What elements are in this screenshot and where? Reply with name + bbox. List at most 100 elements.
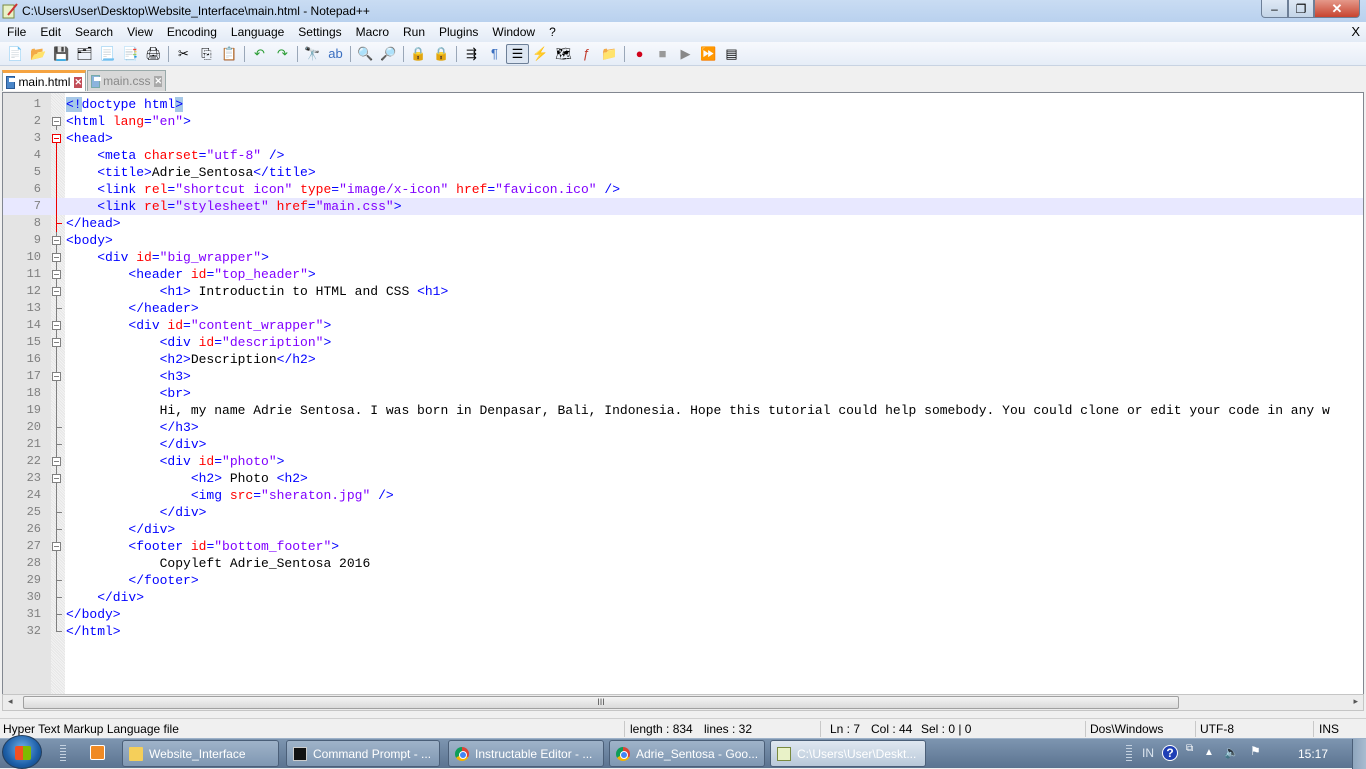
scroll-left-arrow-icon[interactable]: ◂	[8, 696, 13, 707]
code-line[interactable]: 10 <div id="big_wrapper">	[3, 249, 1363, 266]
menu-run[interactable]: Run	[396, 25, 432, 39]
menu-window[interactable]: Window	[485, 25, 542, 39]
play-macro-button[interactable]: ▶	[674, 44, 697, 64]
menu-settings[interactable]: Settings	[291, 25, 348, 39]
tab-main-html[interactable]: main.html ✕	[2, 70, 86, 91]
run-macro-multiple-button[interactable]: ⏩	[697, 44, 720, 64]
redo-button[interactable]: ↷	[271, 44, 294, 64]
fold-toggle-icon[interactable]	[52, 372, 61, 381]
tab-main-css[interactable]: main.css ✕	[87, 70, 166, 91]
taskbar-item-website-interface[interactable]: Website_Interface	[122, 740, 279, 767]
fold-toggle-icon[interactable]	[52, 270, 61, 279]
code-line[interactable]: 15 <div id="description">	[3, 334, 1363, 351]
fold-toggle-icon[interactable]	[52, 474, 61, 483]
function-list-button[interactable]: ƒ	[575, 44, 598, 64]
taskbar-item-command-prompt[interactable]: Command Prompt - ...	[286, 740, 440, 767]
code-line[interactable]: 1 <!doctype html>	[3, 96, 1363, 113]
save-button[interactable]: 💾	[50, 44, 73, 64]
status-eol-format[interactable]: Dos\Windows	[1090, 722, 1163, 738]
code-line[interactable]: 25 </div>	[3, 504, 1363, 521]
clock[interactable]: 15:17	[1298, 747, 1328, 761]
code-line[interactable]: 30 </div>	[3, 589, 1363, 606]
horizontal-scrollbar[interactable]: ◂ III ▸	[2, 694, 1364, 711]
new-file-button[interactable]: 📄	[4, 44, 27, 64]
scrollbar-thumb[interactable]: III	[23, 696, 1179, 709]
show-desktop-button[interactable]	[1352, 739, 1366, 769]
scroll-right-arrow-icon[interactable]: ▸	[1353, 696, 1358, 707]
code-lines[interactable]: 1 <!doctype html> 2 <html lang="en"> 3 <head>…	[3, 96, 1363, 640]
code-editor[interactable]: 1 <!doctype html> 2 <html lang="en"> 3 <head>…	[2, 92, 1364, 695]
media-player-quicklaunch-icon[interactable]	[90, 745, 105, 760]
fold-toggle-icon[interactable]	[52, 287, 61, 296]
copy-button[interactable]: ⎘	[195, 44, 218, 64]
code-line[interactable]: 29 </footer>	[3, 572, 1363, 589]
code-line[interactable]: 20 </h3>	[3, 419, 1363, 436]
code-line[interactable]: 21 </div>	[3, 436, 1363, 453]
zoom-out-button[interactable]: 🔎	[377, 44, 400, 64]
code-line[interactable]: 17 <h3>	[3, 368, 1363, 385]
start-button[interactable]	[2, 735, 42, 769]
menu-edit[interactable]: Edit	[33, 25, 68, 39]
code-line[interactable]: 27 <footer id="bottom_footer">	[3, 538, 1363, 555]
menu-help[interactable]: ?	[542, 25, 563, 39]
code-line[interactable]: 28 Copyleft Adrie_Sentosa 2016	[3, 555, 1363, 572]
tray-grip[interactable]	[1126, 745, 1132, 763]
code-line[interactable]: 26 </div>	[3, 521, 1363, 538]
code-line[interactable]: 8 </head>	[3, 215, 1363, 232]
fold-toggle-icon[interactable]	[52, 253, 61, 262]
fold-toggle-icon[interactable]	[52, 236, 61, 245]
replace-button[interactable]: ab	[324, 44, 347, 64]
code-line[interactable]: 14 <div id="content_wrapper">	[3, 317, 1363, 334]
code-line[interactable]: 23 <h2> Photo <h2>	[3, 470, 1363, 487]
taskbar-item-adrie-sentosa[interactable]: Adrie_Sentosa - Goo...	[609, 740, 765, 767]
status-encoding[interactable]: UTF-8	[1200, 722, 1234, 738]
code-line[interactable]: 6 <link rel="shortcut icon" type="image/…	[3, 181, 1363, 198]
open-file-button[interactable]: 📂	[27, 44, 50, 64]
code-line[interactable]: 22 <div id="photo">	[3, 453, 1363, 470]
udl-button[interactable]: ⚡	[529, 44, 552, 64]
find-button[interactable]: 🔭	[301, 44, 324, 64]
zoom-in-button[interactable]: 🔍	[354, 44, 377, 64]
code-line[interactable]: 19 Hi, my name Adrie Sentosa. I was born…	[3, 402, 1363, 419]
menu-plugins[interactable]: Plugins	[432, 25, 485, 39]
close-tab-icon[interactable]: ✕	[74, 76, 82, 88]
fold-toggle-icon[interactable]	[52, 338, 61, 347]
paste-button[interactable]: 📋	[218, 44, 241, 64]
close-document-button[interactable]: X	[1351, 24, 1360, 39]
taskbar-grip[interactable]	[60, 745, 66, 763]
doc-map-button[interactable]: 🗺	[552, 44, 575, 64]
show-all-chars-button[interactable]: ¶	[483, 44, 506, 64]
code-line[interactable]: 16 <h2>Description</h2>	[3, 351, 1363, 368]
record-macro-button[interactable]: ●	[628, 44, 651, 64]
code-line[interactable]: 3 <head>	[3, 130, 1363, 147]
sync-horizontal-button[interactable]: 🔒	[430, 44, 453, 64]
fold-toggle-icon[interactable]	[52, 117, 61, 126]
menu-macro[interactable]: Macro	[349, 25, 396, 39]
maximize-button[interactable]: ❐	[1288, 0, 1314, 18]
fold-toggle-icon[interactable]	[52, 321, 61, 330]
sync-vertical-button[interactable]: 🔒	[407, 44, 430, 64]
menu-language[interactable]: Language	[224, 25, 291, 39]
menu-encoding[interactable]: Encoding	[160, 25, 224, 39]
code-line[interactable]: 18 <br>	[3, 385, 1363, 402]
close-all-button[interactable]: 📑	[119, 44, 142, 64]
save-macro-button[interactable]: ▤	[720, 44, 743, 64]
taskbar-item-notepadpp[interactable]: C:\Users\User\Deskt...	[770, 740, 926, 767]
fold-toggle-icon[interactable]	[52, 457, 61, 466]
fold-toggle-icon[interactable]	[52, 542, 61, 551]
word-wrap-button[interactable]: ⇶	[460, 44, 483, 64]
close-tab-icon[interactable]: ✕	[154, 75, 162, 87]
fold-toggle-icon[interactable]	[52, 134, 61, 143]
action-center-flag-icon[interactable]: ⚑	[1250, 744, 1261, 758]
code-line[interactable]: 9 <body>	[3, 232, 1363, 249]
folder-workspace-button[interactable]: 📁	[598, 44, 621, 64]
code-line[interactable]: 11 <header id="top_header">	[3, 266, 1363, 283]
taskbar-item-instructable-editor[interactable]: Instructable Editor - ...	[448, 740, 604, 767]
save-all-button[interactable]: 🗂	[73, 44, 96, 64]
help-icon[interactable]: ?	[1162, 745, 1178, 761]
indent-guide-button[interactable]: ☰	[506, 43, 529, 64]
menu-file[interactable]: File	[0, 25, 33, 39]
cut-button[interactable]: ✂	[172, 44, 195, 64]
code-line[interactable]: 12 <h1> Introductin to HTML and CSS <h1>	[3, 283, 1363, 300]
code-line[interactable]: 32 </html>	[3, 623, 1363, 640]
